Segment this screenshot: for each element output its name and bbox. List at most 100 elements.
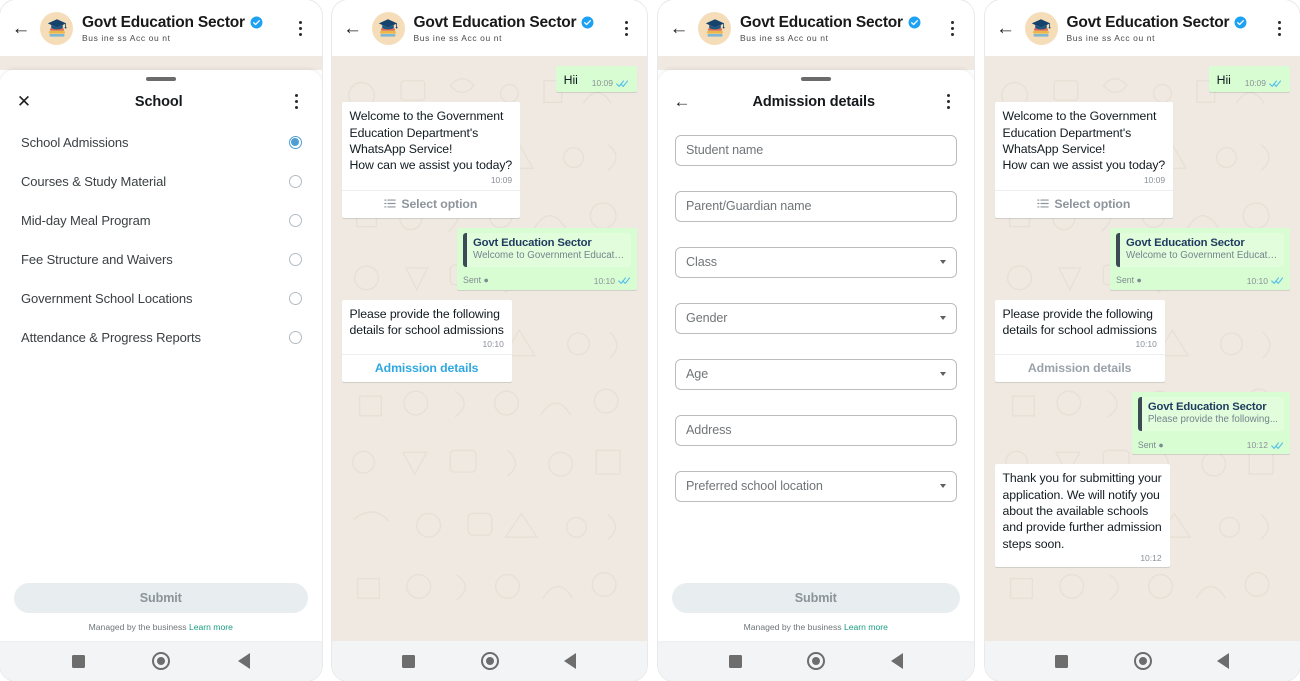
message-row: Welcome to the Government Education Depa… (994, 102, 1291, 218)
preferred-school-location-select[interactable]: Preferred school location (675, 470, 957, 502)
chat-bubble-outgoing[interactable]: Hii 10:09 (555, 66, 637, 93)
radio-icon[interactable] (288, 135, 302, 149)
circle-home-icon[interactable] (807, 652, 826, 670)
radio-icon[interactable] (288, 174, 302, 188)
managed-text: Managed by the business (743, 622, 844, 632)
list-item[interactable]: Attendance & Progress Reports (0, 318, 322, 357)
sent-status-label: Sent ● (1137, 439, 1164, 450)
chat-bubble-quoted-reply[interactable]: Govt Education Sector Welcome to Governm… (457, 227, 637, 290)
kebab-menu-icon[interactable] (288, 13, 314, 43)
avatar[interactable] (40, 11, 73, 45)
radio-icon[interactable] (288, 213, 302, 227)
close-x-icon[interactable]: ✕ (12, 93, 36, 110)
submit-button[interactable]: Submit (14, 583, 308, 613)
admission-form: Student name Parent/Guardian name Class … (658, 123, 974, 584)
parent-guardian-name-field[interactable]: Parent/Guardian name (675, 190, 957, 222)
chat-thread-2[interactable]: Hii 10:09 Welcome to the Government Educ… (331, 56, 647, 641)
business-subtitle: Bus ine ss Acc ou nt (740, 32, 829, 43)
list-item[interactable]: Government School Locations (0, 279, 322, 318)
select-option-button[interactable]: Select option (350, 191, 513, 214)
kebab-menu-icon[interactable] (936, 87, 962, 117)
square-recents-icon[interactable] (71, 654, 85, 668)
triangle-back-icon[interactable] (237, 653, 250, 669)
verified-badge-icon (250, 16, 263, 29)
chat-bubble-incoming[interactable]: Thank you for submitting your applicatio… (994, 464, 1170, 568)
message-list: Hii 10:09 Welcome to the Government Educ… (341, 66, 637, 383)
field-placeholder: Class (686, 255, 717, 269)
square-recents-icon[interactable] (1055, 654, 1069, 668)
message-row: Govt Education Sector Welcome to Governm… (995, 227, 1290, 290)
class-select[interactable]: Class (675, 246, 957, 278)
sheet-header-3: ← Admission details (658, 81, 974, 123)
app-header-2: ← Govt Education Sector Bus ine ss Acc o… (331, 0, 647, 56)
triangle-back-icon[interactable] (890, 653, 903, 669)
avatar[interactable] (371, 11, 405, 45)
triangle-back-icon[interactable] (1217, 653, 1230, 669)
header-title-block: Govt Education Sector Bus ine ss Acc ou … (1067, 14, 1265, 43)
back-arrow-icon[interactable]: ← (340, 15, 366, 41)
list-item[interactable]: Courses & Study Material (0, 162, 322, 201)
business-subtitle: Bus ine ss Acc ou nt (1066, 32, 1156, 43)
chat-bubble-incoming[interactable]: Welcome to the Government Education Depa… (994, 102, 1174, 218)
radio-icon[interactable] (288, 330, 302, 344)
gender-select[interactable]: Gender (675, 302, 957, 334)
kebab-menu-icon[interactable] (940, 13, 966, 43)
school-option-list: School Admissions Courses & Study Materi… (0, 123, 322, 584)
square-recents-icon[interactable] (728, 654, 742, 668)
square-recents-icon[interactable] (402, 654, 416, 668)
submit-button[interactable]: Submit (672, 583, 960, 613)
triangle-back-icon[interactable] (564, 653, 577, 669)
back-arrow-icon[interactable]: ← (670, 93, 694, 110)
double-check-blue-icon (618, 277, 631, 285)
address-field[interactable]: Address (675, 414, 957, 446)
circle-home-icon[interactable] (1133, 652, 1152, 670)
android-nav-bar (658, 641, 974, 681)
select-option-button[interactable]: Select option (1003, 191, 1166, 214)
student-name-field[interactable]: Student name (675, 134, 957, 166)
sheet-footer-3: Submit Managed by the business Learn mor… (658, 583, 974, 641)
kebab-menu-icon[interactable] (284, 87, 310, 117)
timestamp: 10:09 (490, 174, 513, 185)
back-arrow-icon[interactable]: ← (666, 15, 692, 41)
back-arrow-icon[interactable]: ← (993, 15, 1019, 41)
list-item[interactable]: Mid-day Meal Program (0, 201, 322, 240)
quote-preview: Welcome to Government Education... (473, 249, 625, 261)
age-select[interactable]: Age (675, 358, 957, 390)
app-header-4: ← Govt Education Sector Bus ine ss Acc o… (984, 0, 1300, 56)
header-title-block: Govt Education Sector Bus ine ss Acc ou … (414, 14, 612, 43)
message-text: Welcome to the Government Education Depa… (349, 109, 513, 173)
learn-more-link[interactable]: Learn more (844, 622, 888, 632)
kebab-menu-icon[interactable] (613, 13, 639, 43)
chat-bubble-outgoing[interactable]: Hii 10:09 (1208, 66, 1290, 93)
phone-panel-2: ← Govt Education Sector Bus ine ss Acc o… (331, 0, 647, 681)
phone-panel-1: ← Govt Education Sector Bus ine ss Acc o… (0, 0, 322, 681)
learn-more-link[interactable]: Learn more (189, 622, 233, 632)
android-nav-bar (984, 641, 1300, 681)
avatar[interactable] (698, 11, 731, 45)
list-item[interactable]: Fee Structure and Waivers (0, 240, 322, 279)
kebab-menu-icon[interactable] (1266, 13, 1292, 43)
avatar[interactable] (1024, 11, 1058, 45)
quote-footer: Sent ● 10:10 (463, 275, 631, 286)
chat-bubble-quoted-reply[interactable]: Govt Education Sector Welcome to Governm… (1110, 227, 1290, 290)
quote-preview: Welcome to Government Education... (1126, 249, 1278, 261)
message-row: Govt Education Sector Please provide the… (995, 392, 1290, 455)
circle-home-icon[interactable] (480, 652, 499, 670)
radio-icon[interactable] (288, 291, 302, 305)
double-check-blue-icon (1269, 80, 1282, 87)
quoted-message: Govt Education Sector Welcome to Governm… (463, 232, 631, 267)
list-item[interactable]: School Admissions (0, 123, 322, 162)
back-arrow-icon[interactable]: ← (8, 15, 34, 41)
circle-home-icon[interactable] (152, 652, 171, 670)
field-placeholder: Age (686, 367, 709, 381)
graduation-cap-books-avatar-icon (378, 19, 398, 37)
chat-bubble-incoming[interactable]: Welcome to the Government Education Depa… (341, 102, 521, 218)
chat-thread-4[interactable]: Hii 10:09 Welcome to the Government Educ… (984, 56, 1300, 641)
message-row: Please provide the following details for… (994, 299, 1291, 383)
message-row: Thank you for submitting your applicatio… (994, 464, 1291, 568)
chat-bubble-quoted-reply[interactable]: Govt Education Sector Please provide the… (1131, 392, 1290, 455)
admission-details-button[interactable]: Admission details (350, 355, 504, 378)
radio-icon[interactable] (288, 252, 302, 266)
chat-bubble-incoming[interactable]: Please provide the following details for… (994, 299, 1165, 383)
chat-bubble-incoming[interactable]: Please provide the following details for… (341, 299, 512, 383)
